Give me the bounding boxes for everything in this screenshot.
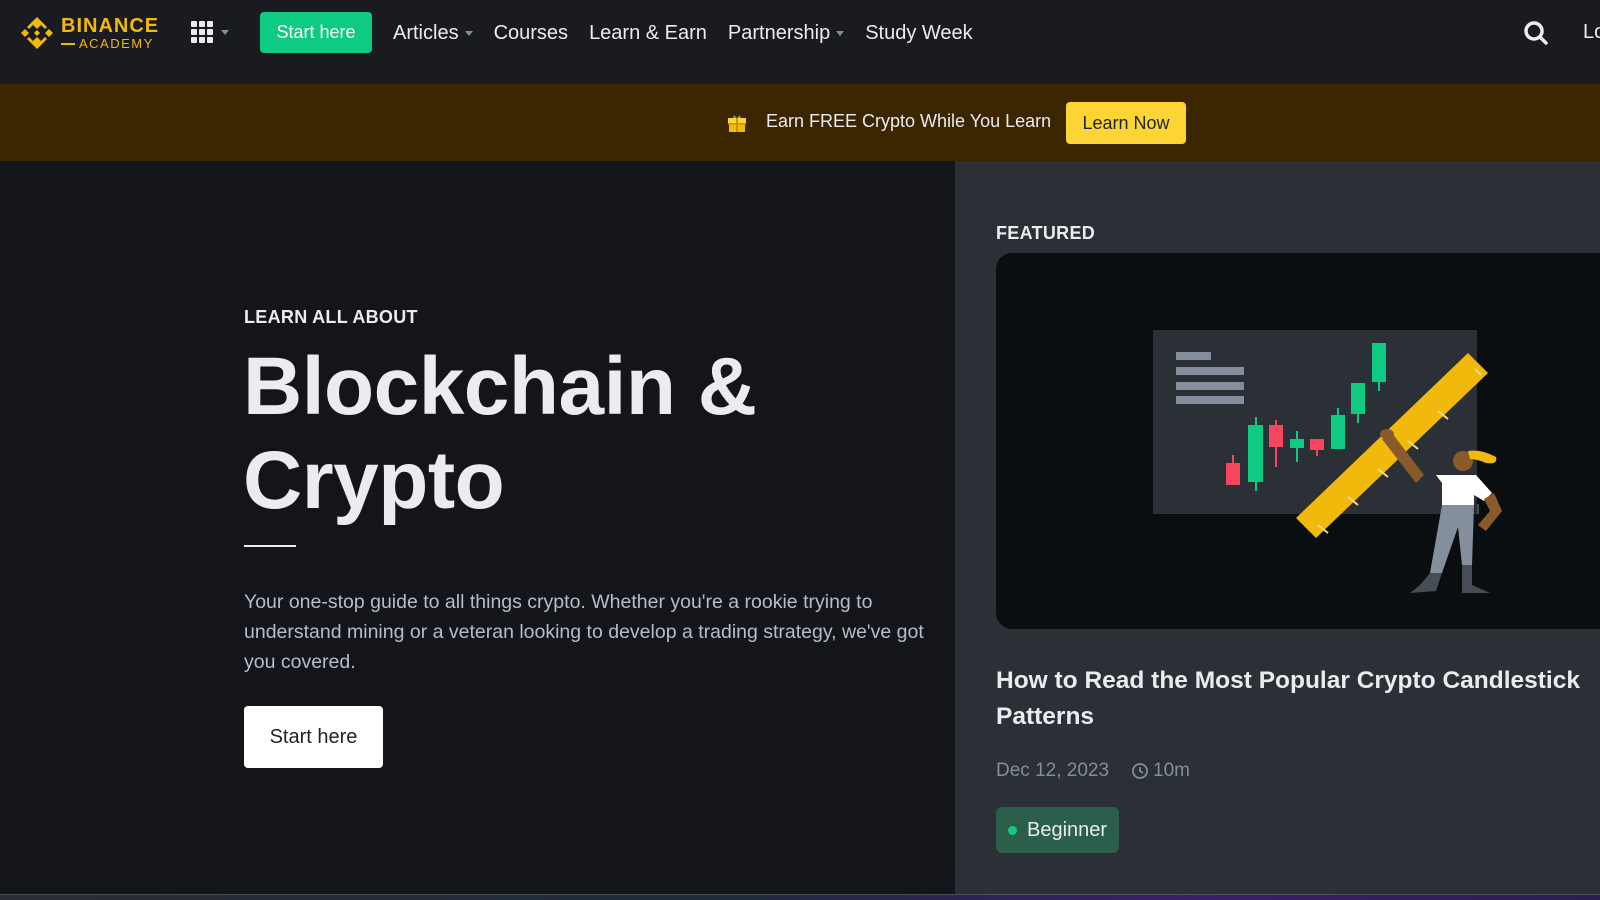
main-nav: Articles Courses Learn & Earn Partnershi… <box>393 18 994 48</box>
start-here-hero-button[interactable]: Start here <box>244 706 383 768</box>
grid-icon <box>191 21 213 43</box>
featured-label: FEATURED <box>996 223 1096 243</box>
bottom-edge <box>0 894 1600 900</box>
hero-title-line2: Crypto <box>243 435 505 526</box>
featured-article-image[interactable] <box>996 253 1600 629</box>
nav-item-study-week[interactable]: Study Week <box>865 22 972 45</box>
search-icon[interactable] <box>1523 20 1549 46</box>
board-text-line <box>1176 367 1244 375</box>
chevron-down-icon <box>221 29 229 35</box>
nav-item-partnership[interactable]: Partnership <box>727 21 845 45</box>
binance-academy-logo[interactable]: BINANCE ACADEMY <box>17 13 159 53</box>
hero-eyebrow: LEARN ALL ABOUT <box>244 307 418 327</box>
board-text-line <box>1176 382 1244 390</box>
chevron-down-icon <box>836 30 845 36</box>
status-dot-icon <box>1008 825 1017 835</box>
top-navigation: BINANCE ACADEMY Start here Articles Cour… <box>0 0 1600 84</box>
start-here-nav-button[interactable]: Start here <box>260 12 372 53</box>
chevron-down-icon <box>464 30 473 36</box>
article-date: Dec 12, 2023 <box>996 760 1110 781</box>
candlestick-chart-illustration <box>1153 330 1502 593</box>
nav-item-learn-and-earn[interactable]: Learn & Earn <box>589 22 707 45</box>
hero-divider <box>244 545 296 547</box>
featured-article-title[interactable]: How to Read the Most Popular Crypto Cand… <box>996 663 1600 735</box>
board-text-line <box>1176 352 1211 360</box>
nav-item-label: Courses <box>493 21 569 44</box>
level-label: Beginner <box>1027 818 1108 841</box>
nav-item-label: Learn & Earn <box>589 21 707 44</box>
brand-subname: ACADEMY <box>61 37 159 50</box>
nav-item-label: Articles <box>393 21 459 44</box>
board-text-line <box>1176 396 1244 404</box>
nav-item-articles[interactable]: Articles <box>393 22 473 45</box>
gift-icon <box>728 115 746 132</box>
article-meta: Dec 12, 2023 10m <box>996 760 1190 782</box>
read-time: 10m <box>1153 760 1190 781</box>
nav-item-courses[interactable]: Courses <box>494 22 568 45</box>
hero-title: Blockchain & Crypto <box>243 340 757 528</box>
candle <box>1248 417 1263 491</box>
promo-text: Earn FREE Crypto While You Learn <box>766 111 1052 131</box>
level-badge[interactable]: Beginner <box>996 807 1120 853</box>
hero-description: Your one-stop guide to all things crypto… <box>244 591 924 673</box>
learn-now-button[interactable]: Learn Now <box>1066 102 1186 144</box>
nav-item-label: Study Week <box>865 21 973 44</box>
brand-name: BINANCE <box>61 15 160 37</box>
binance-logo-icon <box>21 17 53 49</box>
nav-item-label: Partnership <box>727 21 831 44</box>
login-link[interactable]: Lo <box>1583 21 1600 44</box>
apps-menu-button[interactable] <box>191 21 229 43</box>
clock-icon <box>1132 763 1148 779</box>
hero-title-line1: Blockchain & <box>243 341 757 432</box>
